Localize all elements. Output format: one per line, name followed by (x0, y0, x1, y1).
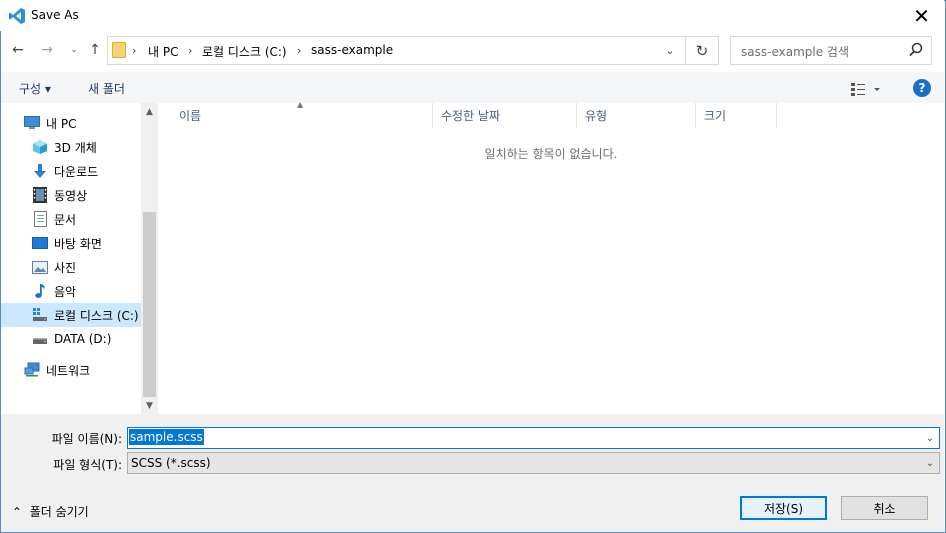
tree-item-label: 다운로드 (54, 164, 99, 179)
empty-list-message: 일치하는 항목이 없습니다. (484, 147, 618, 161)
chevron-down-icon: ▼ (146, 401, 153, 411)
filename-value[interactable]: sample.scss (129, 429, 204, 445)
tree-item-music[interactable]: 음악 (32, 279, 140, 303)
breadcrumb-local-disk[interactable]: 로컬 디스크 (C:) (202, 43, 287, 60)
tree-item-local-disk-c[interactable]: 로컬 디스크 (C:) (1, 303, 141, 327)
tree-item-label: 3D 개체 (54, 140, 97, 155)
help-button[interactable]: ? (913, 79, 931, 97)
hide-folders-label: 폴더 숨기기 (29, 505, 89, 519)
hide-folders-button[interactable]: ⌃ 폴더 숨기기 (12, 503, 89, 520)
vscode-icon (8, 7, 26, 25)
up-button[interactable]: ↑ (86, 41, 104, 59)
filetype-value: SCSS (*.scss) (131, 456, 211, 470)
drive-d-icon (32, 331, 48, 347)
scroll-down-button[interactable]: ▼ (141, 399, 158, 413)
breadcrumb-separator: › (132, 44, 137, 57)
new-folder-button[interactable]: 새 폴더 (88, 80, 125, 97)
3d-objects-icon (32, 139, 48, 155)
window-title: Save As (31, 8, 79, 22)
close-icon: ✕ (913, 3, 930, 28)
tree-item-label: 내 PC (46, 116, 77, 131)
arrow-left-icon: ← (12, 42, 24, 58)
address-bar[interactable] (107, 36, 686, 65)
tree-item-this-pc[interactable]: 내 PC (24, 111, 140, 135)
scrollbar-thumb[interactable] (143, 212, 156, 397)
chevron-down-icon: ⌄ (925, 457, 935, 469)
filetype-label: 파일 형식(T): (53, 458, 122, 472)
address-dropdown-button[interactable]: ⌄ (660, 40, 680, 60)
arrow-right-icon: → (41, 42, 53, 58)
column-header-type[interactable]: 유형 (577, 103, 696, 128)
filename-input[interactable] (127, 427, 940, 449)
refresh-button[interactable]: ↻ (686, 36, 719, 65)
tree-item-label: 음악 (54, 284, 77, 299)
tree-item-pictures[interactable]: 사진 (32, 255, 140, 279)
arrow-up-icon: ↑ (89, 42, 101, 58)
tree-item-3d-objects[interactable]: 3D 개체 (32, 135, 140, 159)
tree-item-videos[interactable]: 동영상 (32, 183, 140, 207)
chevron-up-icon: ⌃ (12, 505, 23, 519)
view-options-button[interactable] (851, 81, 881, 97)
tree-item-desktop[interactable]: 바탕 화면 (32, 231, 140, 255)
breadcrumb-sass-example[interactable]: sass-example (311, 43, 393, 57)
close-button[interactable]: ✕ (899, 0, 944, 31)
title-bar (0, 0, 944, 31)
column-header-name[interactable]: 이름 (171, 103, 433, 128)
search-icon[interactable] (907, 41, 925, 59)
tree-item-label: 문서 (54, 212, 77, 227)
cancel-button[interactable]: 취소 (841, 496, 928, 520)
filetype-select[interactable] (127, 452, 940, 474)
breadcrumb-separator: › (297, 44, 302, 57)
tree-item-label: DATA (D:) (54, 332, 112, 346)
document-icon (32, 211, 48, 227)
chevron-up-icon: ▲ (146, 107, 153, 117)
filename-dropdown-button[interactable]: ⌄ (922, 428, 938, 448)
folder-icon (112, 42, 126, 58)
tree-item-network[interactable]: 네트워크 (24, 358, 140, 382)
download-icon (32, 163, 48, 179)
desktop-icon (32, 235, 48, 251)
breadcrumb-this-pc[interactable]: 내 PC (148, 43, 178, 60)
filetype-dropdown-button[interactable]: ⌄ (922, 453, 938, 473)
tree-item-label: 로컬 디스크 (C:) (54, 308, 139, 323)
tree-item-data-d[interactable]: DATA (D:) (32, 327, 140, 351)
filename-label: 파일 이름(N): (51, 432, 122, 446)
tree-item-documents[interactable]: 문서 (32, 207, 140, 231)
command-bar (1, 72, 944, 103)
tree-item-label: 동영상 (54, 188, 88, 203)
column-header-size[interactable]: 크기 (696, 103, 777, 128)
network-icon (24, 362, 40, 378)
video-icon (32, 187, 48, 203)
recent-locations-button[interactable]: ⌄ (65, 41, 83, 59)
chevron-down-icon: ⌄ (70, 45, 78, 55)
breadcrumb-separator: › (188, 44, 193, 57)
refresh-icon: ↻ (695, 41, 709, 60)
tree-item-label: 바탕 화면 (54, 236, 102, 251)
back-button[interactable]: ← (9, 41, 27, 59)
tree-item-label: 사진 (54, 260, 77, 275)
chevron-down-icon: ⌄ (665, 43, 675, 57)
chevron-down-icon: ⌄ (925, 432, 935, 444)
save-button[interactable]: 저장(S) (740, 496, 827, 520)
organize-button[interactable]: 구성 ▾ (19, 80, 51, 97)
forward-button[interactable]: → (38, 41, 56, 59)
drive-c-icon (32, 307, 48, 323)
tree-item-label: 네트워크 (46, 363, 91, 378)
pictures-icon (32, 259, 48, 275)
search-placeholder: sass-example 검색 (741, 45, 849, 59)
scroll-up-button[interactable]: ▲ (141, 105, 158, 119)
tree-item-downloads[interactable]: 다운로드 (32, 159, 140, 183)
column-header-date-modified[interactable]: 수정한 날짜 (433, 103, 577, 128)
music-icon (32, 283, 48, 299)
pc-icon (24, 115, 40, 131)
